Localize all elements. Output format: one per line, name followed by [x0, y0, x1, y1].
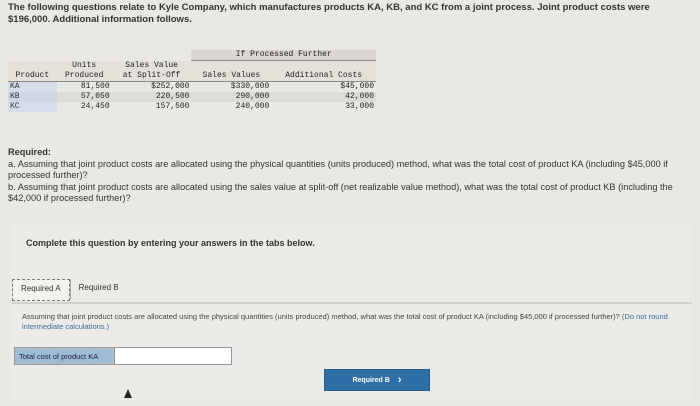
cell-split-off: $252,000	[151, 81, 190, 91]
chevron-right-icon: ›	[397, 373, 402, 386]
cell-additional-costs: 42,000	[271, 91, 376, 102]
cell-product: KA	[8, 81, 57, 92]
col-header	[271, 60, 376, 71]
required-section: Required: a. Assuming that joint product…	[8, 147, 694, 205]
required-b-text: b. Assuming that joint product costs are…	[8, 181, 673, 204]
tab-required-a[interactable]: Required A	[12, 279, 70, 301]
required-a-text: a. Assuming that joint product costs are…	[8, 158, 668, 181]
cell-units: 57,050	[56, 91, 112, 102]
answer-label: Total cost of product KA	[15, 348, 114, 364]
mouse-cursor-icon	[124, 389, 132, 398]
group-header: If Processed Further	[191, 50, 376, 61]
data-table: If Processed Further Units Sales Value P…	[8, 50, 376, 112]
table-header-row-1: Units Sales Value	[8, 60, 376, 71]
table-row: KB 57,050 220,500 290,000 42,000	[8, 91, 376, 102]
intro-text: The following questions relate to Kyle C…	[8, 2, 650, 25]
next-button-label: Required B	[352, 376, 390, 384]
answer-row: Total cost of product KA	[14, 347, 232, 365]
col-header: Additional Costs	[271, 70, 376, 82]
cell-sales-values: $330,000	[230, 81, 270, 91]
cell-sales-values: 290,000	[191, 91, 272, 102]
question-text: Assuming that joint product costs are al…	[22, 312, 622, 321]
tab-required-b[interactable]: Required B	[69, 279, 127, 299]
cell-split-off: 220,500	[111, 91, 192, 102]
col-header: Units	[56, 60, 112, 71]
col-header: at Split-Off	[111, 70, 192, 82]
col-header: Produced	[56, 70, 112, 82]
col-header: Product	[8, 70, 57, 82]
cell-units: 24,450	[80, 101, 110, 111]
table-header-row-2: Product Produced at Split-Off Sales Valu…	[8, 70, 376, 82]
table-row: KA 81,500 $252,000 $330,000 $45,000	[8, 81, 376, 92]
required-title: Required:	[8, 147, 51, 157]
tab-bar: Required A Required B	[12, 279, 127, 301]
next-required-b-button[interactable]: Required B ›	[324, 369, 430, 391]
table-group-header-row: If Processed Further	[8, 50, 376, 61]
complete-instructions: Complete this question by entering your …	[26, 238, 315, 248]
table-row: KC 24,450 157,500 240,000 33,000	[8, 101, 376, 112]
cell-units: 81,500	[80, 81, 110, 91]
cell-sales-values: 240,000	[235, 101, 270, 111]
answer-input[interactable]	[114, 348, 231, 364]
cell-additional-costs: 33,000	[345, 101, 374, 111]
col-header: Sales Value	[111, 60, 192, 71]
cell-additional-costs: $45,000	[340, 81, 374, 91]
cell-split-off: 157,500	[155, 101, 190, 111]
col-header: Sales Values	[191, 70, 272, 82]
cell-product: KC	[8, 101, 57, 112]
col-header	[191, 60, 272, 71]
cell-product: KB	[8, 91, 57, 102]
question-text-box: Assuming that joint product costs are al…	[12, 302, 692, 332]
col-header	[8, 60, 57, 71]
